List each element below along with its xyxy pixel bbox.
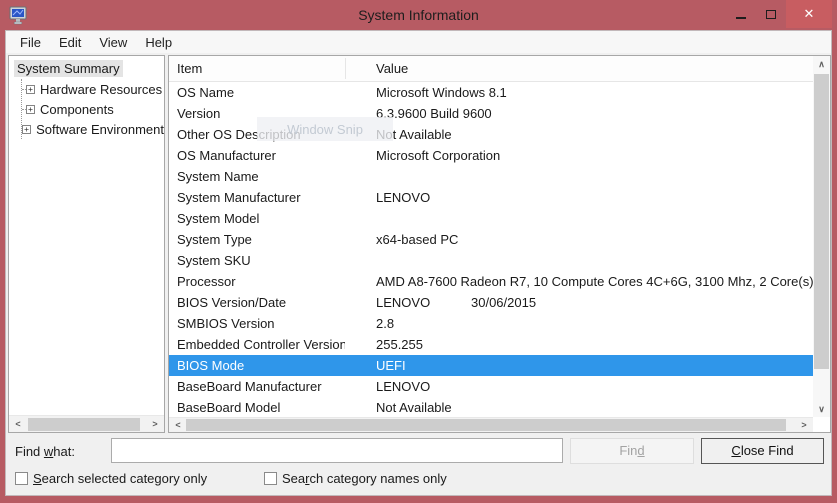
row-value-cell: 2.8: [345, 313, 471, 334]
row-value-cell: [345, 250, 471, 271]
system-information-window: System Information ✕ FileEditViewHelp Sy…: [0, 0, 837, 503]
column-header-value[interactable]: Value: [376, 56, 408, 81]
details-panel: Item Value OS NameMicrosoft Windows 8.1V…: [168, 55, 831, 433]
row-value-cell: AMD A8-7600 Radeon R7, 10 Compute Cores …: [345, 271, 813, 292]
tree-item-hardware-resources[interactable]: + Hardware Resources: [22, 79, 164, 99]
expand-icon[interactable]: +: [26, 105, 35, 114]
list-header[interactable]: Item Value: [169, 56, 830, 82]
row-value-cell: LENOVO30/06/2015: [345, 292, 536, 313]
window-content: FileEditViewHelp System Summary + Hardwar…: [0, 30, 837, 503]
table-row[interactable]: System Model: [169, 208, 813, 229]
row-value-cell: UEFI: [345, 355, 471, 376]
row-item-cell: OS Manufacturer: [169, 145, 345, 166]
menu-item-help[interactable]: Help: [136, 33, 181, 52]
table-row[interactable]: OS ManufacturerMicrosoft Corporation: [169, 145, 813, 166]
tree-item-label: Software Environment: [36, 122, 164, 137]
row-item-cell: System SKU: [169, 250, 345, 271]
table-row[interactable]: System Name: [169, 166, 813, 187]
expand-icon[interactable]: +: [22, 125, 31, 134]
details-vertical-scrollbar[interactable]: ∧ ∨: [813, 56, 830, 417]
window-title: System Information: [0, 0, 837, 30]
menu-item-file[interactable]: File: [11, 33, 50, 52]
table-row[interactable]: System Typex64-based PC: [169, 229, 813, 250]
row-item-cell: BaseBoard Manufacturer: [169, 376, 345, 397]
tree-item-software-environment[interactable]: + Software Environment: [22, 119, 164, 139]
scroll-up-icon[interactable]: ∧: [813, 56, 830, 72]
row-item-cell: BIOS Mode: [169, 355, 345, 376]
row-value-cell: 255.255: [345, 334, 471, 355]
scroll-left-icon[interactable]: <: [171, 418, 185, 432]
vscroll-thumb[interactable]: [814, 74, 829, 369]
menu-item-view[interactable]: View: [90, 33, 136, 52]
row-value-cell: [345, 208, 471, 229]
table-row[interactable]: System SKU: [169, 250, 813, 271]
row-item-cell: SMBIOS Version: [169, 313, 345, 334]
find-input[interactable]: [111, 438, 563, 463]
maximize-button[interactable]: [756, 0, 786, 28]
row-item-cell: System Model: [169, 208, 345, 229]
close-button[interactable]: ✕: [786, 0, 832, 28]
window-snip-ghost: Window Snip: [257, 117, 393, 141]
menu-bar: FileEditViewHelp: [6, 31, 831, 53]
search-selected-category-checkbox[interactable]: [15, 472, 28, 485]
tree-hscroll-thumb[interactable]: [28, 418, 140, 431]
row-value-cell: x64-based PC: [345, 229, 471, 250]
menu-item-edit[interactable]: Edit: [50, 33, 90, 52]
table-row[interactable]: OS NameMicrosoft Windows 8.1: [169, 82, 813, 103]
search-category-names-label: Search category names only: [282, 471, 447, 486]
row-item-cell: BIOS Version/Date: [169, 292, 345, 313]
row-item-cell: Processor: [169, 271, 345, 292]
find-what-label: Find what:: [15, 444, 75, 459]
tree-item-components[interactable]: + Components: [22, 99, 164, 119]
row-item-cell: OS Name: [169, 82, 345, 103]
minimize-button[interactable]: [726, 0, 756, 28]
titlebar[interactable]: System Information ✕: [0, 0, 837, 30]
row-value-cell: Microsoft Corporation: [345, 145, 500, 166]
find-bar: Find what: Find Close Find Search select…: [6, 433, 831, 495]
table-row[interactable]: BaseBoard ManufacturerLENOVO: [169, 376, 813, 397]
row-item-cell: System Name: [169, 166, 345, 187]
row-item-cell: System Manufacturer: [169, 187, 345, 208]
tree-item-label: Hardware Resources: [40, 82, 162, 97]
close-icon: ✕: [804, 6, 815, 22]
category-tree-panel: System Summary + Hardware Resources + Compo…: [8, 55, 165, 433]
row-value-cell: Microsoft Windows 8.1: [345, 82, 507, 103]
table-row[interactable]: Embedded Controller Version255.255: [169, 334, 813, 355]
search-category-names-checkbox[interactable]: [264, 472, 277, 485]
row-item-cell: Embedded Controller Version: [169, 334, 345, 355]
table-row[interactable]: System ManufacturerLENOVO: [169, 187, 813, 208]
scroll-down-icon[interactable]: ∨: [813, 401, 830, 417]
table-row[interactable]: BIOS ModeUEFI: [169, 355, 813, 376]
table-row[interactable]: BaseBoard ModelNot Available: [169, 397, 813, 417]
expand-icon[interactable]: +: [26, 85, 35, 94]
row-value-cell: [345, 166, 471, 187]
tree-item-label: Components: [40, 102, 114, 117]
column-divider[interactable]: [345, 58, 346, 79]
row-item-cell: BaseBoard Model: [169, 397, 345, 417]
tree-item-system-summary[interactable]: System Summary: [14, 60, 123, 77]
search-selected-category-label: Search selected category only: [33, 471, 207, 486]
row-value-cell: LENOVO: [345, 187, 471, 208]
scroll-right-icon[interactable]: >: [797, 418, 811, 432]
row-item-cell: System Type: [169, 229, 345, 250]
table-row[interactable]: SMBIOS Version2.8: [169, 313, 813, 334]
row-value-cell: LENOVO: [345, 376, 471, 397]
row-value-cell: Not Available: [345, 397, 471, 417]
scroll-right-icon[interactable]: >: [148, 416, 162, 432]
maximize-icon: [766, 10, 776, 19]
find-button[interactable]: Find: [570, 438, 694, 464]
table-row[interactable]: BIOS Version/DateLENOVO30/06/2015: [169, 292, 813, 313]
table-row[interactable]: ProcessorAMD A8-7600 Radeon R7, 10 Compu…: [169, 271, 813, 292]
column-header-item[interactable]: Item: [177, 56, 202, 81]
minimize-icon: [736, 17, 746, 19]
details-horizontal-scrollbar[interactable]: < >: [169, 417, 813, 432]
close-find-button[interactable]: Close Find: [701, 438, 824, 464]
scroll-left-icon[interactable]: <: [11, 416, 25, 432]
tree-horizontal-scrollbar[interactable]: < >: [9, 415, 164, 432]
hscroll-thumb[interactable]: [186, 419, 786, 431]
